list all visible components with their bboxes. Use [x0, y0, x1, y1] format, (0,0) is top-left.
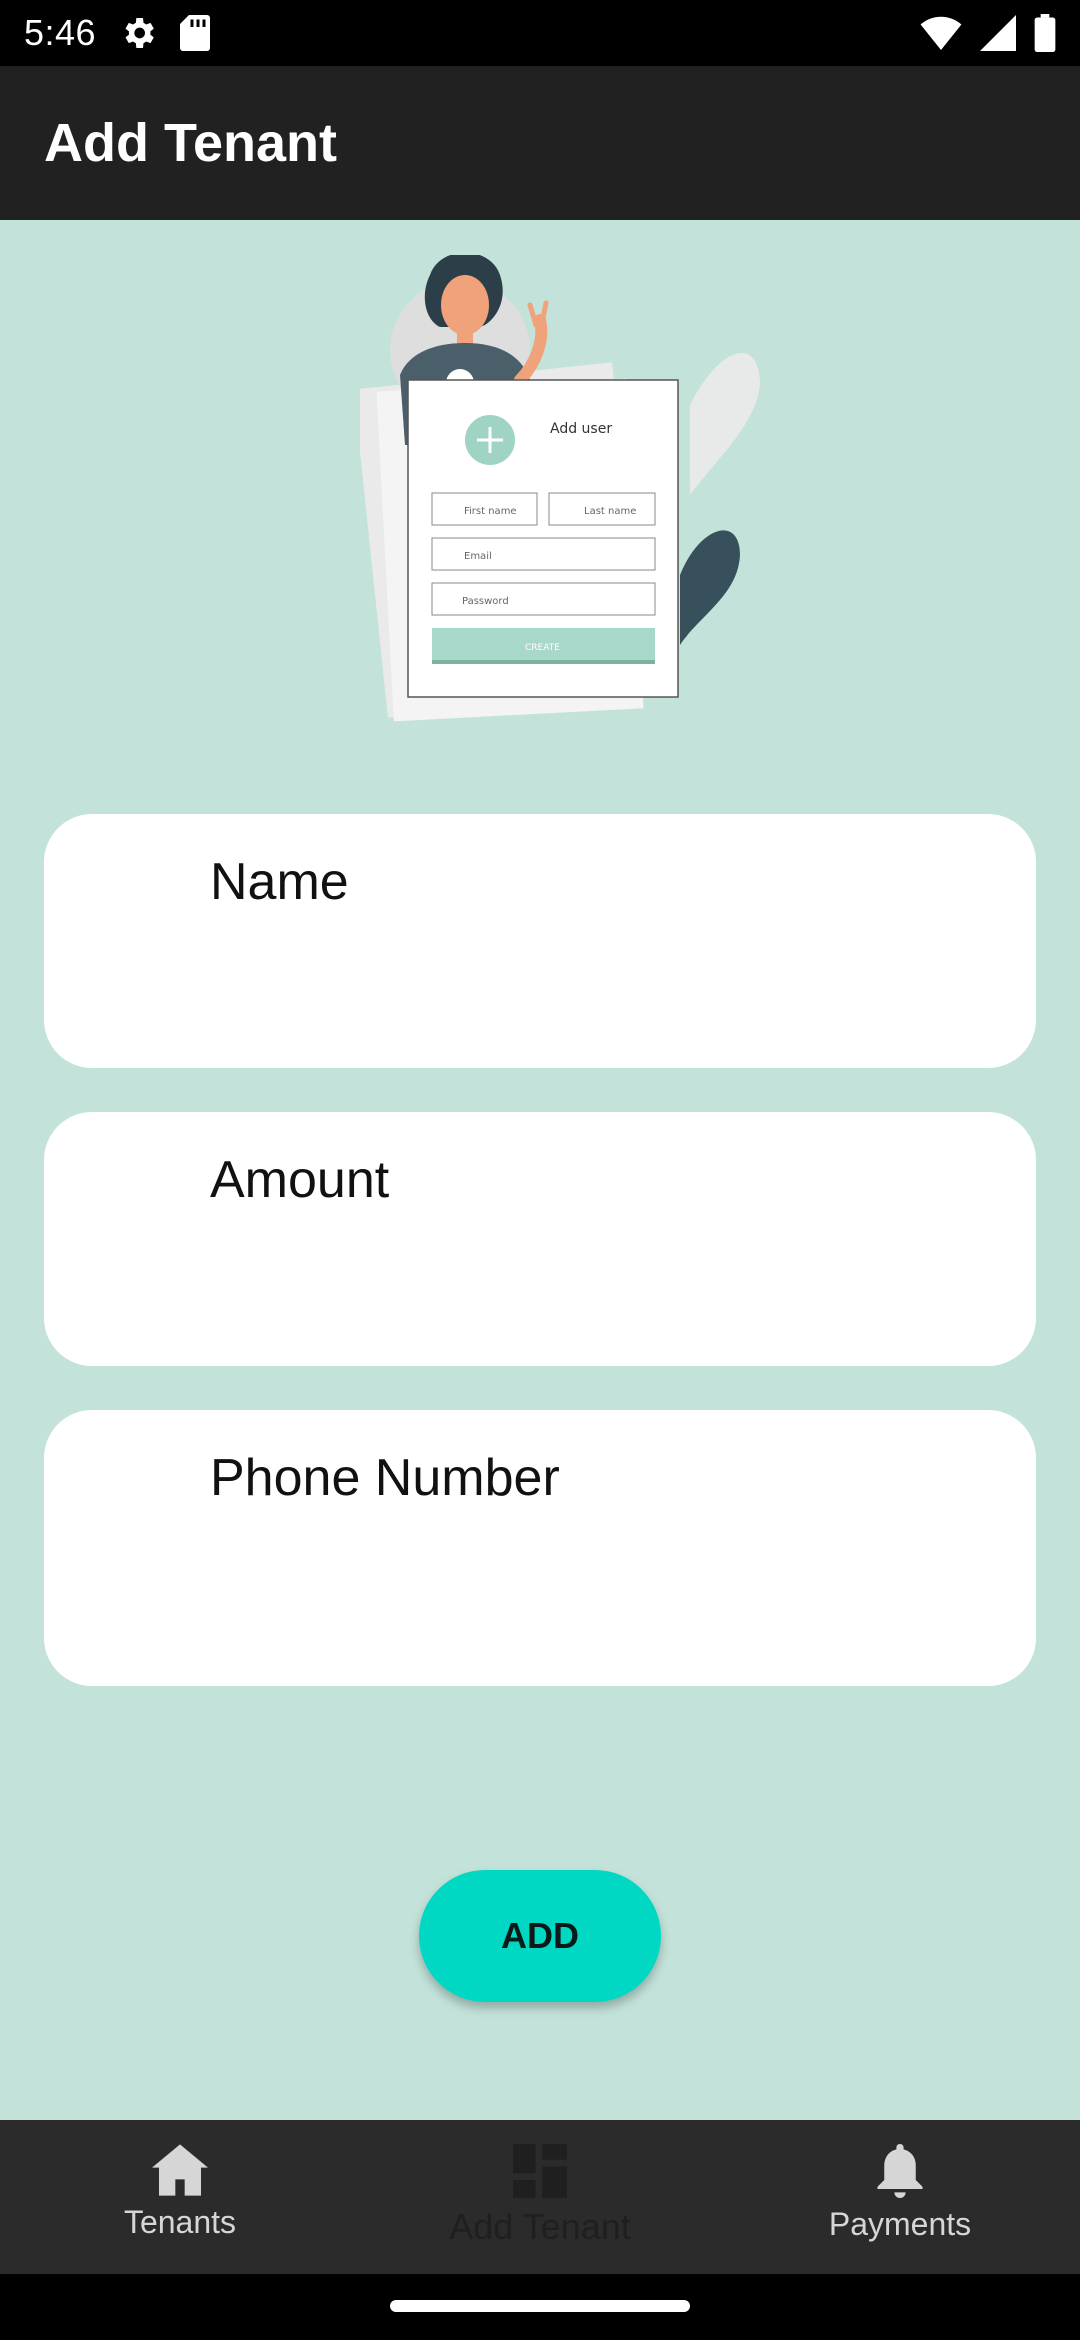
nav-label-add-tenant: Add Tenant	[449, 2206, 631, 2247]
settings-gear-icon	[125, 18, 154, 48]
home-icon	[152, 2144, 208, 2196]
sd-card-icon	[180, 15, 211, 51]
status-time: 5:46	[24, 12, 97, 53]
add-tenant-screen: 5:46 Add Tenant Add user First name Last…	[0, 0, 1080, 2340]
dashboard-icon	[513, 2144, 567, 2198]
nav-item-add-tenant[interactable]: Add Tenant	[360, 2120, 720, 2274]
illustration-card-title: Add user	[550, 421, 612, 437]
illustration-last-name: Last name	[584, 506, 636, 517]
illustration-create: CREATE	[525, 643, 560, 653]
wifi-icon	[920, 16, 962, 50]
bell-icon	[877, 2144, 923, 2198]
illustration-first-name: First name	[464, 506, 517, 517]
add-user-illustration: Add user First name Last name Email Pass…	[360, 255, 760, 722]
phone-number-label: Phone Number	[210, 1449, 560, 1507]
name-label: Name	[210, 853, 349, 911]
battery-icon	[1034, 14, 1056, 52]
illustration-email: Email	[464, 551, 492, 562]
nav-label-tenants: Tenants	[123, 2204, 237, 2240]
phone-number-input[interactable]: Phone Number	[44, 1410, 1036, 1686]
amount-input[interactable]: Amount	[44, 1112, 1036, 1366]
page-title: Add Tenant	[44, 113, 337, 173]
bottom-navigation: Tenants Add Tenant Payments	[0, 2120, 1080, 2274]
gesture-handle[interactable]	[390, 2300, 690, 2312]
amount-label: Amount	[210, 1151, 390, 1209]
illustration-password: Password	[462, 596, 509, 607]
name-input[interactable]: Name	[44, 814, 1036, 1068]
cell-signal-icon	[980, 15, 1016, 51]
nav-label-payments: Payments	[828, 2206, 972, 2242]
nav-item-tenants[interactable]: Tenants	[0, 2120, 360, 2274]
status-bar: 5:46	[0, 0, 1080, 66]
app-bar: Add Tenant	[0, 66, 1080, 220]
add-button[interactable]: ADD	[419, 1870, 661, 2002]
nav-item-payments[interactable]: Payments	[720, 2120, 1080, 2274]
